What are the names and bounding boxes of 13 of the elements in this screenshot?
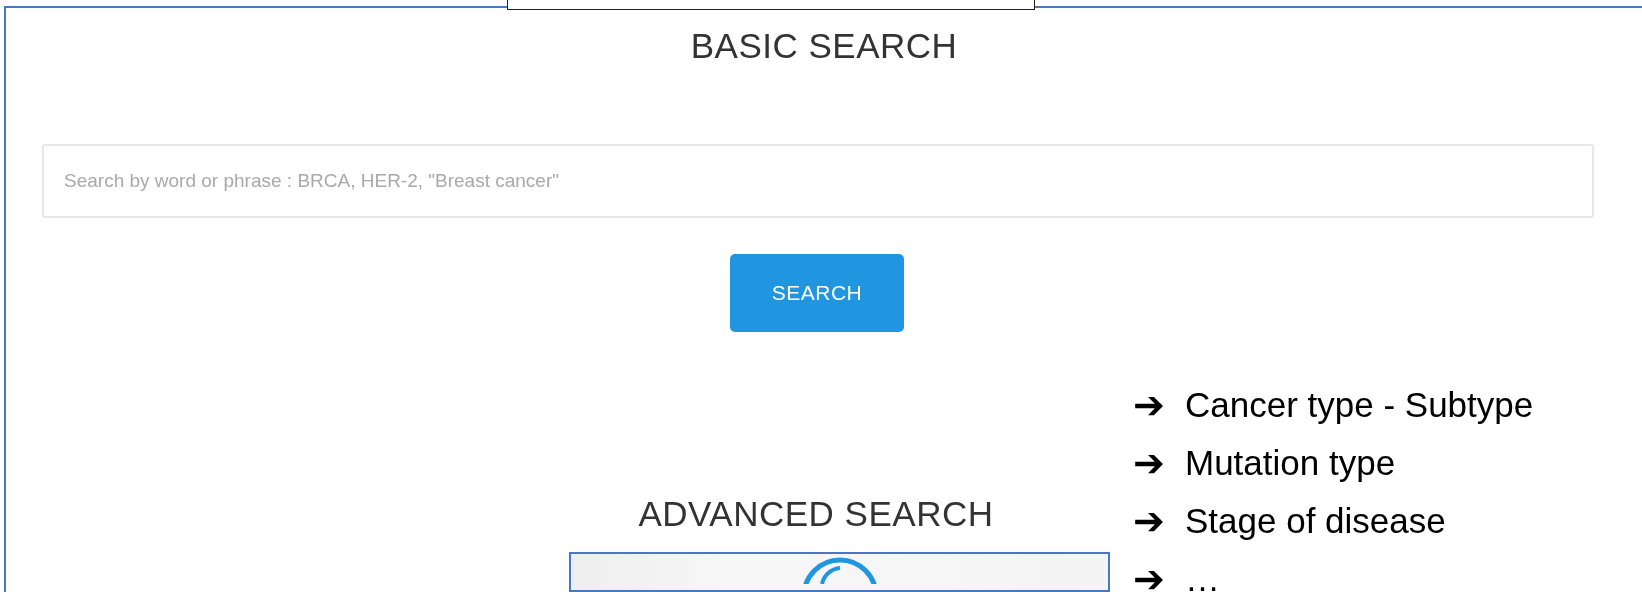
annotation-text: Stage of disease	[1185, 501, 1446, 541]
arrow-icon: ➔	[1133, 557, 1185, 592]
annotation-text: …	[1185, 559, 1220, 592]
section-heading: BASIC SEARCH	[690, 26, 958, 66]
arrow-icon: ➔	[1133, 383, 1185, 427]
annotation-text: Mutation type	[1185, 443, 1396, 483]
section-heading: ADVANCED SEARCH	[638, 494, 994, 534]
advanced-search-panel[interactable]	[569, 552, 1110, 592]
search-button[interactable]: SEARCH	[730, 254, 904, 332]
arrow-icon: ➔	[1133, 441, 1185, 485]
annotation-text: Cancer type - Subtype	[1185, 385, 1534, 425]
arrow-icon: ➔	[1133, 499, 1185, 543]
search-field[interactable]: Search by word or phrase : BRCA, HER-2, "Breast cancer"	[42, 144, 1594, 218]
